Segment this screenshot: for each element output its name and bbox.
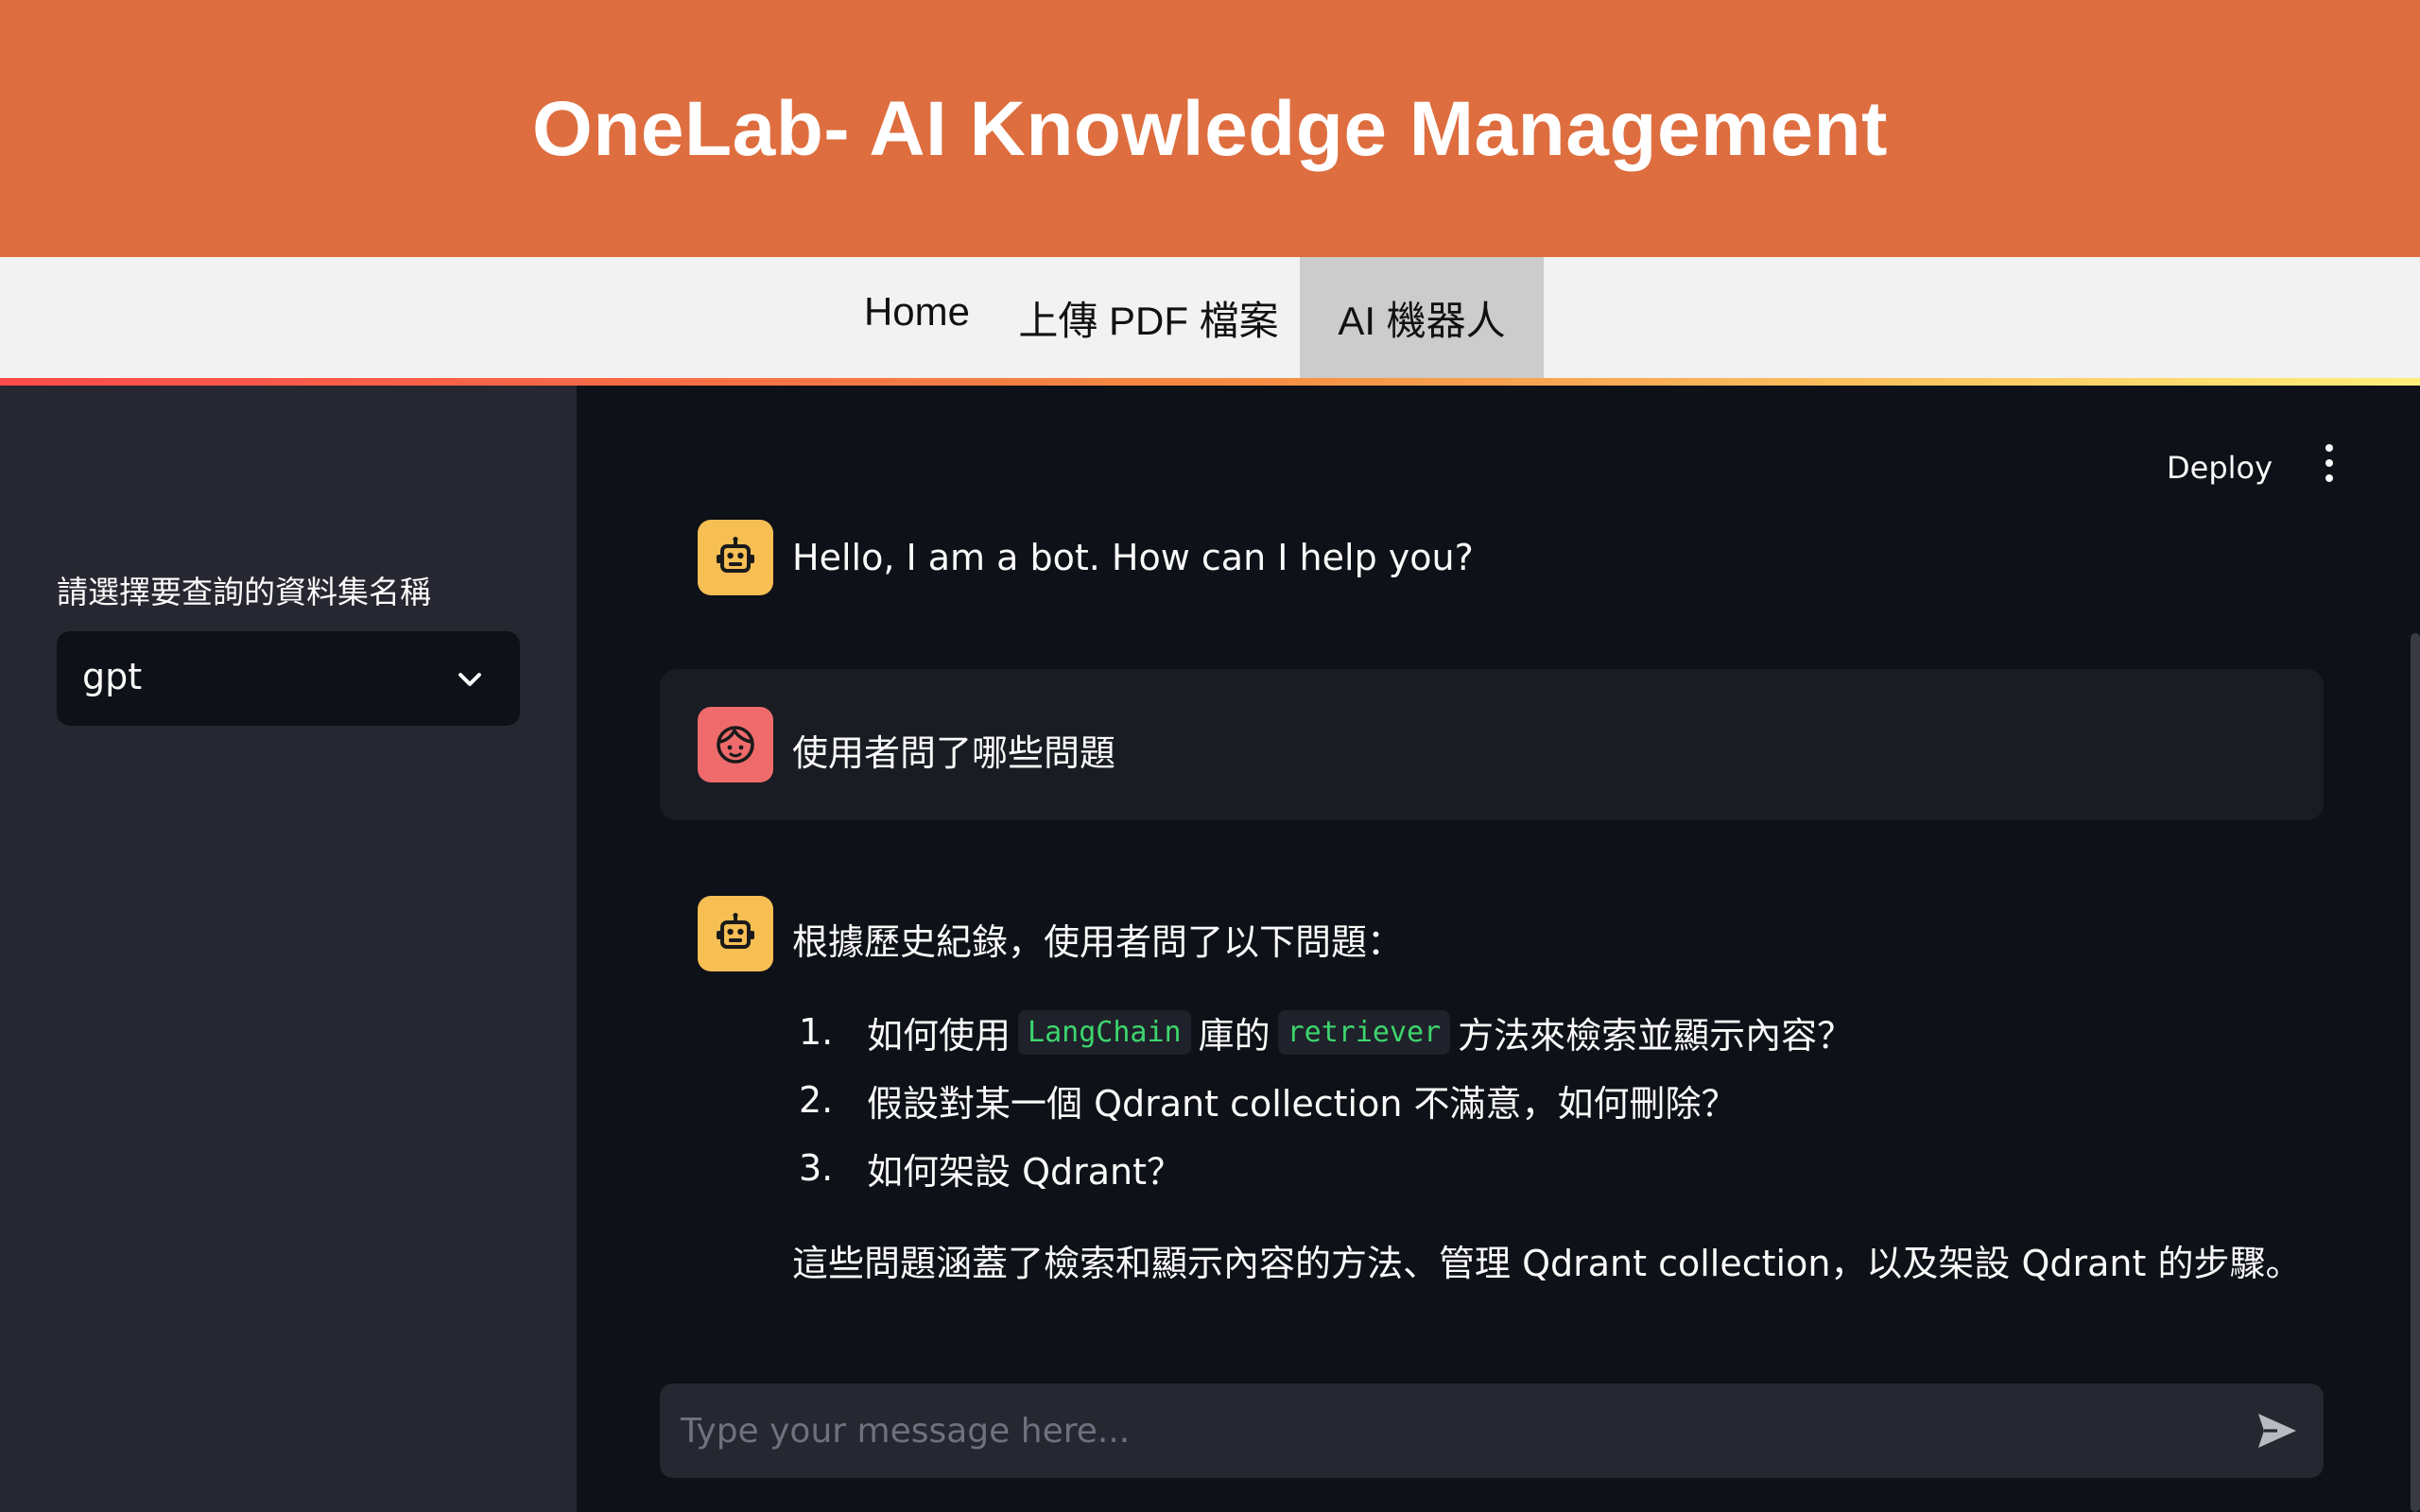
more-vertical-icon[interactable] (2322, 444, 2337, 488)
face-icon (717, 726, 754, 764)
nav-tabs: Home 上傳 PDF 檔案 AI 機器人 (837, 257, 1544, 378)
robot-icon (717, 913, 754, 949)
dataset-select-value: gpt (82, 656, 143, 697)
tab-ai-bot[interactable]: AI 機器人 (1300, 257, 1544, 378)
bot-message-text: Hello, I am a bot. How can I help you? (792, 537, 1474, 578)
answer-list: 1. 如何使用 LangChain 庫的 retriever 方法來檢索並顯示內… (799, 998, 1853, 1202)
dataset-select-label: 請選擇要查詢的資料集名稱 (57, 574, 431, 610)
tab-upload-pdf[interactable]: 上傳 PDF 檔案 (997, 257, 1300, 378)
app-title: OneLab- AI Knowledge Management (532, 86, 1888, 172)
bot-answer-summary: 這些問題涵蓋了檢索和顯示內容的方法、管理 Qdrant collection，以… (792, 1243, 2302, 1284)
scrollbar[interactable] (2411, 633, 2420, 1512)
sidebar: 請選擇要查詢的資料集名稱 gpt (0, 386, 577, 1512)
robot-icon (717, 537, 754, 573)
inline-code: LangChain (1018, 1009, 1191, 1055)
user-avatar (698, 707, 773, 782)
app-header: OneLab- AI Knowledge Management (0, 0, 2420, 257)
main-chat-area: Deploy Hello, I am a bot. How can I help… (577, 386, 2420, 1512)
deploy-button[interactable]: Deploy (2167, 450, 2273, 486)
inline-code: retriever (1277, 1009, 1451, 1055)
bot-answer-intro: 根據歷史紀錄，使用者問了以下問題： (792, 921, 1404, 963)
tab-home[interactable]: Home (837, 257, 997, 378)
chat-input[interactable] (660, 1383, 2229, 1478)
send-icon[interactable] (2254, 1408, 2301, 1453)
list-item: 3. 如何架設 Qdrant？ (799, 1147, 1184, 1193)
chevron-down-icon (458, 673, 481, 686)
user-message-text: 使用者問了哪些問題 (792, 732, 1116, 774)
chat-input-container (660, 1383, 2324, 1478)
bot-avatar (698, 896, 773, 971)
list-item: 2. 假設對某一個 Qdrant collection 不滿意，如何刪除？ (799, 1079, 1737, 1125)
dataset-select[interactable]: gpt (57, 631, 520, 726)
top-nav-bar: Home 上傳 PDF 檔案 AI 機器人 (0, 257, 2420, 378)
bot-avatar (698, 520, 773, 595)
list-item: 1. 如何使用 LangChain 庫的 retriever 方法來檢索並顯示內… (799, 1009, 1854, 1057)
decoration-strip (0, 378, 2420, 386)
